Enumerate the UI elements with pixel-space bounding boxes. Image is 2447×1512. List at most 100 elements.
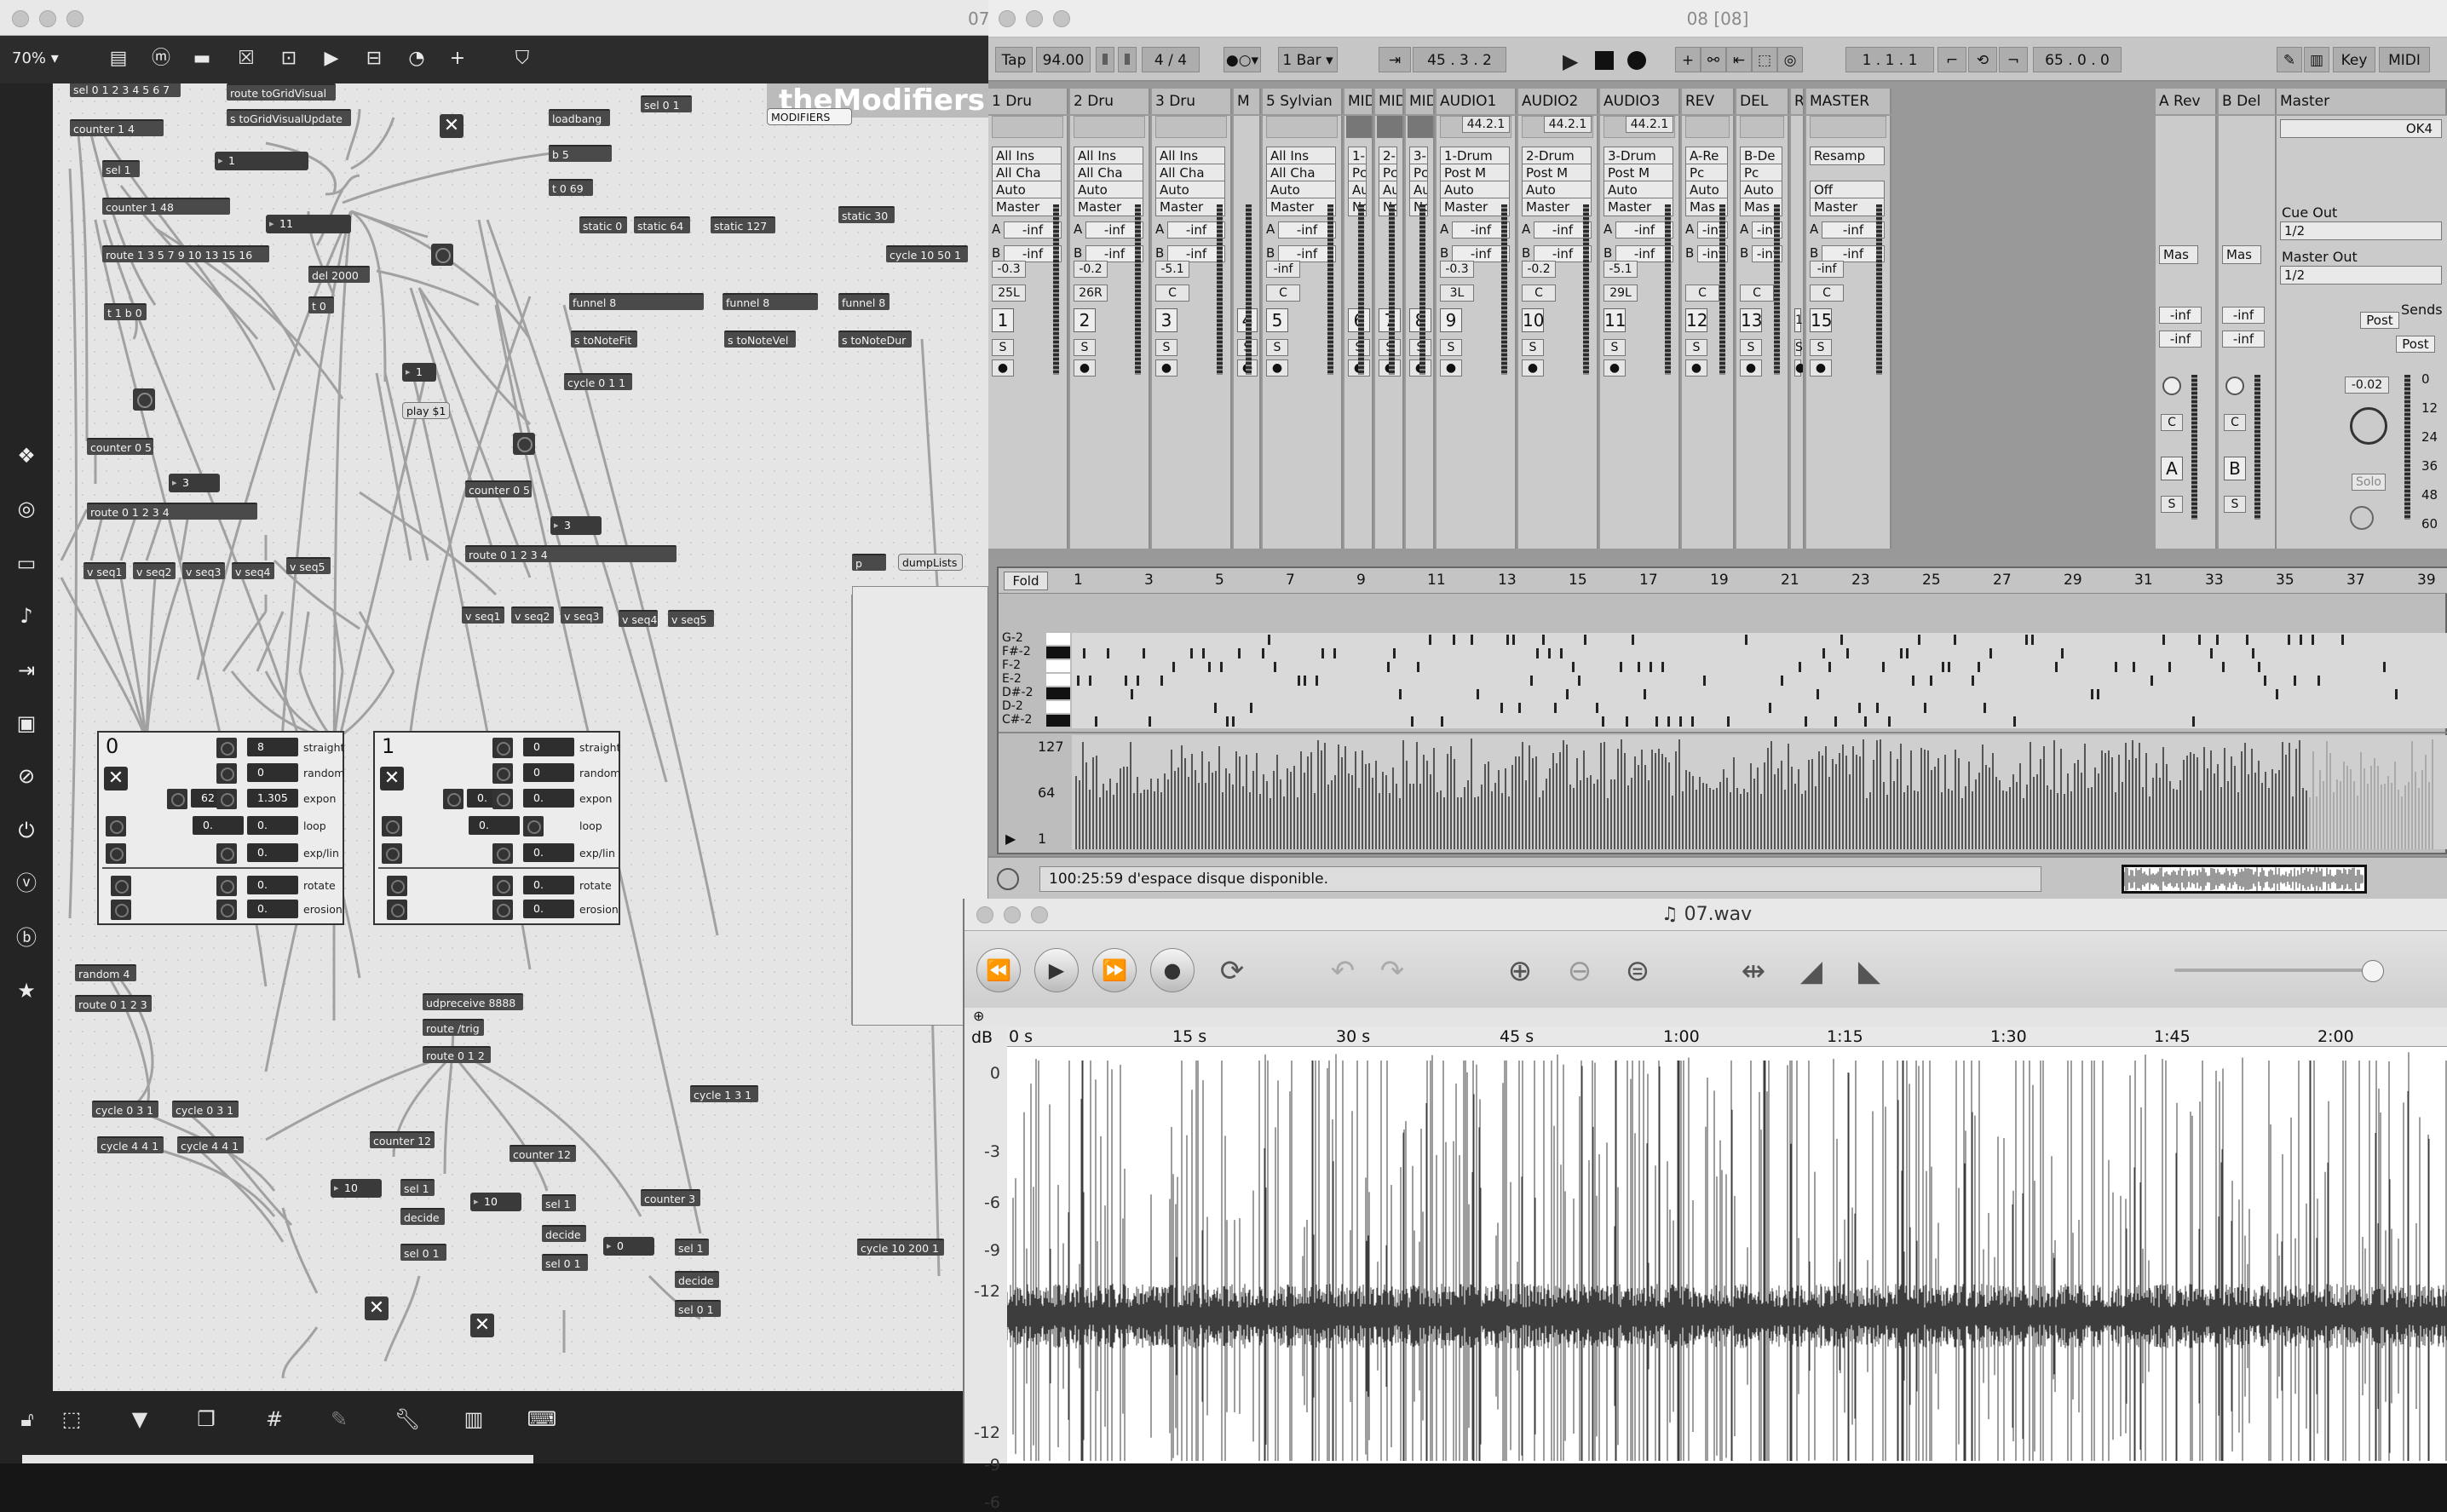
- velocity-bar[interactable]: [1474, 797, 1476, 849]
- velocity-bar[interactable]: [2111, 756, 2113, 849]
- clip-slot[interactable]: [1810, 116, 1886, 138]
- panel-toggle[interactable]: ✕: [104, 767, 128, 790]
- sel-object[interactable]: sel 1: [675, 1239, 709, 1256]
- midi-note[interactable]: [2133, 662, 2135, 672]
- velocity-bar[interactable]: [2394, 761, 2396, 849]
- zoom-window-button[interactable]: [1053, 10, 1070, 27]
- velocity-bar[interactable]: [1706, 784, 1707, 849]
- midi-note[interactable]: [1650, 662, 1652, 672]
- midi-note[interactable]: [1834, 716, 1837, 727]
- midi-note[interactable]: [2198, 635, 2201, 645]
- velocity-bar[interactable]: [2067, 773, 2069, 849]
- output-dropdown[interactable]: Master: [1522, 198, 1592, 216]
- velocity-bar[interactable]: [1494, 783, 1496, 849]
- velocity-bar[interactable]: [2104, 752, 2106, 849]
- velocity-bar[interactable]: [2087, 788, 2089, 849]
- velocity-bar[interactable]: [2128, 760, 2130, 849]
- monitor-dropdown[interactable]: Auto: [1685, 181, 1728, 199]
- velocity-bar[interactable]: [1968, 761, 1970, 849]
- clip-overview[interactable]: [2122, 865, 2367, 894]
- midi-note[interactable]: [1584, 635, 1586, 645]
- midi-note[interactable]: [1667, 716, 1670, 727]
- tempo-field[interactable]: 94.00: [1036, 47, 1091, 72]
- punch-in-icon[interactable]: ⌐: [1937, 47, 1966, 72]
- trigger-object[interactable]: t 1 b 0: [104, 303, 147, 320]
- velocity-bar[interactable]: [2237, 792, 2239, 849]
- dial-object-icon[interactable]: ◔: [404, 46, 429, 72]
- music-note-icon[interactable]: ♪: [12, 601, 41, 630]
- pan-value[interactable]: C: [1740, 285, 1774, 302]
- loadbang-object[interactable]: loadbang: [549, 109, 610, 126]
- velocity-bar[interactable]: [1713, 789, 1714, 849]
- velocity-bar[interactable]: [1559, 752, 1561, 849]
- fade-out-icon[interactable]: ◣: [1845, 950, 1893, 992]
- bang-button[interactable]: [111, 900, 131, 920]
- velocity-bar[interactable]: [2299, 739, 2300, 849]
- velocity-bar[interactable]: [1157, 779, 1159, 849]
- track-header[interactable]: MIDI: [1344, 89, 1373, 114]
- send-b-value[interactable]: -inf: [2222, 331, 2265, 348]
- velocity-bar[interactable]: [1385, 775, 1387, 849]
- volume-value[interactable]: -0.2: [1522, 261, 1556, 278]
- velocity-bar[interactable]: [2275, 773, 2277, 849]
- arm-button[interactable]: ●: [1604, 359, 1626, 377]
- midi-note[interactable]: [1453, 635, 1455, 645]
- funnel-object[interactable]: funnel 8: [569, 293, 704, 310]
- loop-start-field[interactable]: 1 . 1 . 1: [1845, 47, 1934, 72]
- input-dropdown[interactable]: Resamp: [1810, 147, 1885, 165]
- velocity-bar[interactable]: [1852, 745, 1854, 849]
- velocity-bar[interactable]: [1508, 796, 1510, 849]
- velocity-bar[interactable]: [2006, 790, 2007, 849]
- midi-note[interactable]: [1727, 716, 1730, 727]
- midi-note[interactable]: [1542, 635, 1545, 645]
- velocity-bar[interactable]: [1249, 791, 1251, 849]
- send-object[interactable]: s toGridVisualUpdate: [227, 109, 351, 126]
- piano-icon[interactable]: ▥: [458, 1405, 489, 1434]
- velocity-bar[interactable]: [1845, 755, 1847, 849]
- vseq-object[interactable]: v seq2: [511, 607, 554, 624]
- monitor-dropdown[interactable]: Auto: [1604, 181, 1673, 199]
- pan-value[interactable]: C: [1685, 285, 1719, 302]
- midi-note[interactable]: [1500, 703, 1503, 713]
- number-box[interactable]: 3: [550, 516, 602, 535]
- velocity-bar[interactable]: [1914, 790, 1915, 849]
- midi-note[interactable]: [2168, 662, 2171, 672]
- midi-map-button[interactable]: MIDI: [2379, 47, 2430, 72]
- volume-slider-thumb[interactable]: [2362, 960, 2384, 982]
- velocity-bar[interactable]: [1201, 751, 1203, 849]
- velocity-bar[interactable]: [1413, 784, 1414, 849]
- midi-note[interactable]: [1548, 648, 1551, 658]
- velocity-bar[interactable]: [1276, 755, 1278, 849]
- velocity-bar[interactable]: [2353, 781, 2355, 849]
- return-output-dropdown[interactable]: Mas: [2222, 245, 2261, 264]
- velocity-bar[interactable]: [1583, 750, 1585, 849]
- velocity-bar[interactable]: [2108, 750, 2110, 849]
- velocity-bar[interactable]: [1689, 772, 1690, 849]
- keyboard-icon[interactable]: ⌨: [527, 1405, 557, 1434]
- velocity-bar[interactable]: [1379, 792, 1380, 849]
- close-window-button[interactable]: [12, 10, 29, 27]
- rotate-number[interactable]: 0.: [523, 876, 574, 894]
- output-dropdown[interactable]: Master: [1440, 198, 1510, 216]
- delay-object[interactable]: del 2000: [308, 266, 370, 283]
- velocity-bar[interactable]: [1263, 774, 1264, 849]
- solo-button[interactable]: S: [2161, 496, 2183, 513]
- velocity-bar[interactable]: [1937, 757, 1939, 849]
- counter-object[interactable]: counter 3: [641, 1189, 700, 1206]
- track-activator[interactable]: 5: [1266, 308, 1288, 332]
- midi-note[interactable]: [1900, 648, 1903, 658]
- velocity-bar[interactable]: [1477, 796, 1479, 849]
- master-volume[interactable]: -0.02: [2345, 377, 2389, 394]
- solo-button[interactable]: S: [1440, 339, 1462, 356]
- velocity-bar[interactable]: [1958, 758, 1960, 849]
- midi-note[interactable]: [1745, 635, 1747, 645]
- select-icon[interactable]: ⬚: [56, 1405, 87, 1434]
- velocity-bar[interactable]: [1375, 760, 1377, 849]
- midi-note[interactable]: [1655, 716, 1658, 727]
- velocity-bar[interactable]: [1327, 784, 1329, 849]
- velocity-bar[interactable]: [1440, 790, 1442, 849]
- velocity-bar[interactable]: [1696, 789, 1697, 849]
- velocity-bar[interactable]: [2203, 747, 2205, 849]
- send-a-value[interactable]: -inf: [1822, 221, 1885, 239]
- midi-note[interactable]: [1274, 662, 1276, 672]
